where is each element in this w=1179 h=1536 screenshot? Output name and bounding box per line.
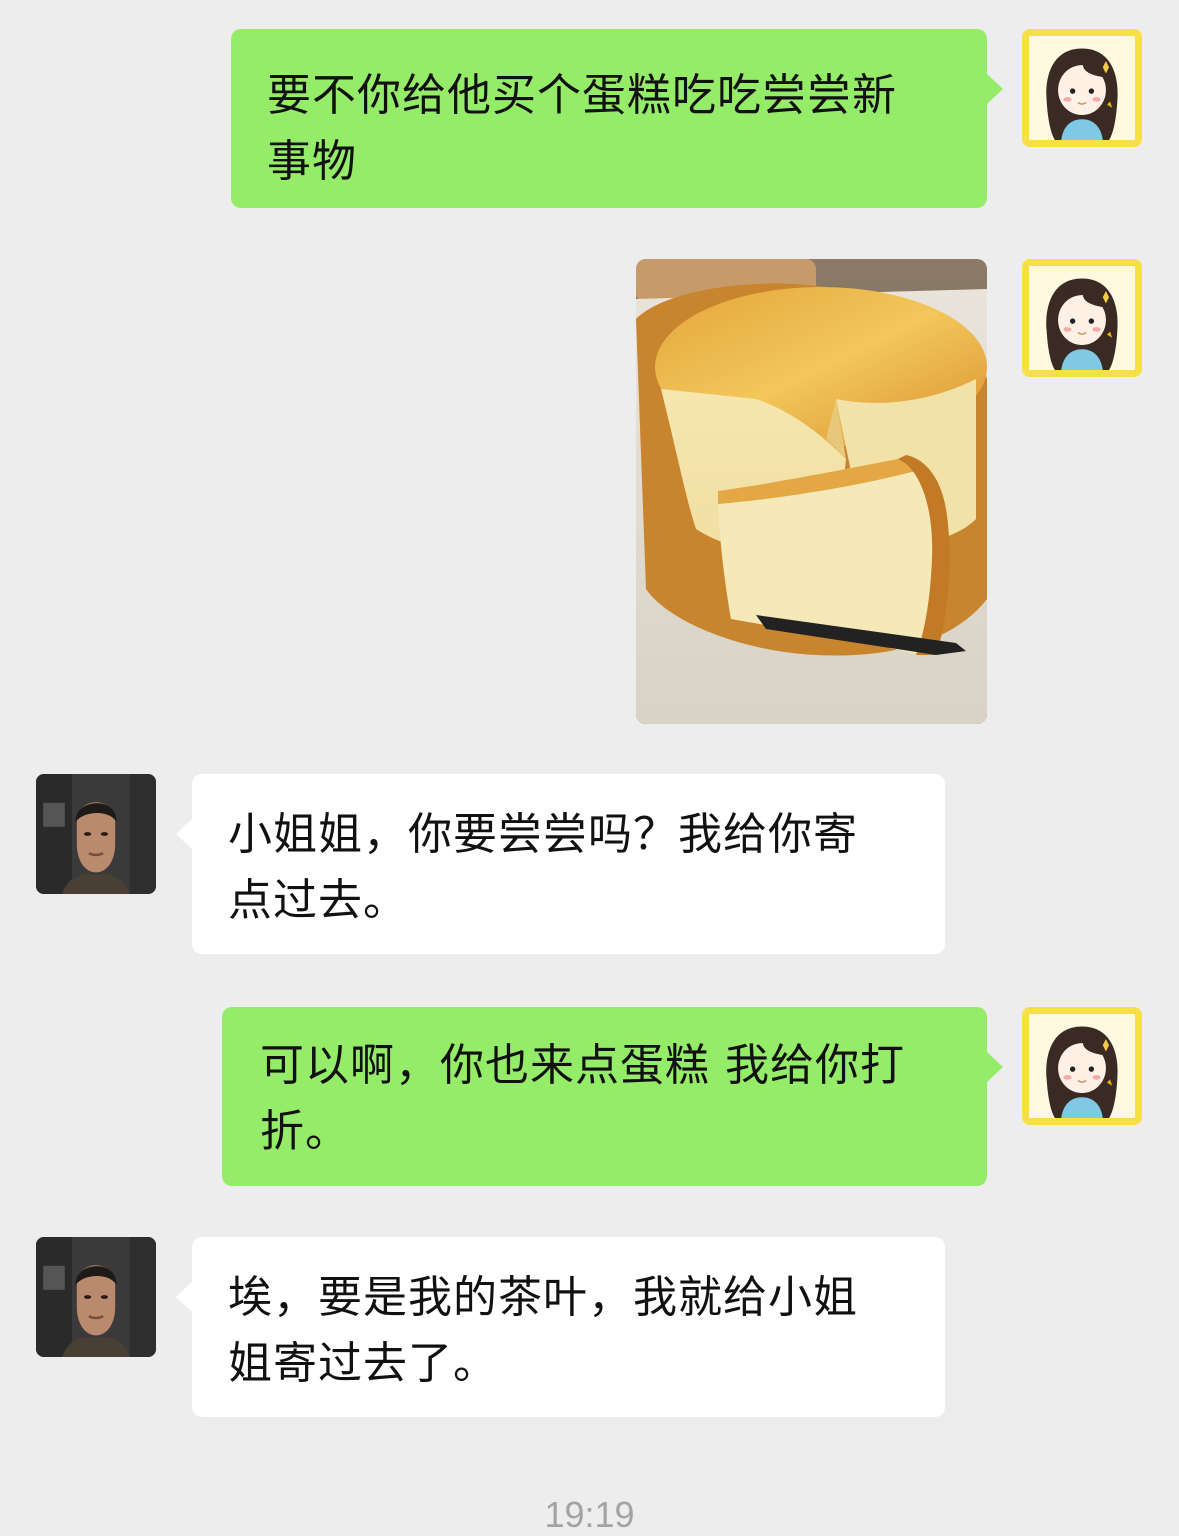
cheesecake-photo[interactable] bbox=[636, 259, 987, 724]
message-bubble-received[interactable]: 埃，要是我的茶叶，我就给小姐 姐寄过去了。 bbox=[176, 1237, 945, 1417]
message-text-line: 要不你给他买个蛋糕吃吃尝尝新 bbox=[267, 70, 897, 121]
girl-avatar[interactable] bbox=[1022, 259, 1142, 377]
timestamp: 19:19 bbox=[544, 1494, 635, 1535]
girl-avatar-icon bbox=[1029, 266, 1135, 370]
message-bubble-received[interactable]: 小姐姐，你要尝尝吗？我给你寄 点过去。 bbox=[176, 774, 945, 954]
girl-avatar-icon bbox=[1029, 36, 1135, 140]
cheesecake-image bbox=[636, 259, 987, 724]
message-text-line: 可以啊，你也来点蛋糕 我给你打 bbox=[260, 1040, 905, 1091]
girl-avatar-icon bbox=[1029, 1014, 1135, 1118]
message-text-line: 埃，要是我的茶叶，我就给小姐 bbox=[228, 1272, 858, 1323]
message-text-line: 姐寄过去了。 bbox=[228, 1338, 498, 1389]
message-text-line: 事物 bbox=[267, 136, 357, 187]
man-avatar[interactable] bbox=[36, 774, 156, 894]
message-bubble-sent[interactable]: 要不你给他买个蛋糕吃吃尝尝新 事物 bbox=[231, 29, 1003, 208]
message-bubble-sent[interactable]: 可以啊，你也来点蛋糕 我给你打 折。 bbox=[222, 1007, 1003, 1186]
man-avatar-icon bbox=[36, 774, 156, 894]
man-avatar-icon bbox=[36, 1237, 156, 1357]
girl-avatar[interactable] bbox=[1022, 29, 1142, 147]
man-avatar[interactable] bbox=[36, 1237, 156, 1357]
girl-avatar[interactable] bbox=[1022, 1007, 1142, 1125]
message-text-line: 点过去。 bbox=[228, 875, 408, 926]
message-text-line: 小姐姐，你要尝尝吗？我给你寄 bbox=[228, 809, 858, 860]
message-text-line: 折。 bbox=[260, 1106, 350, 1157]
